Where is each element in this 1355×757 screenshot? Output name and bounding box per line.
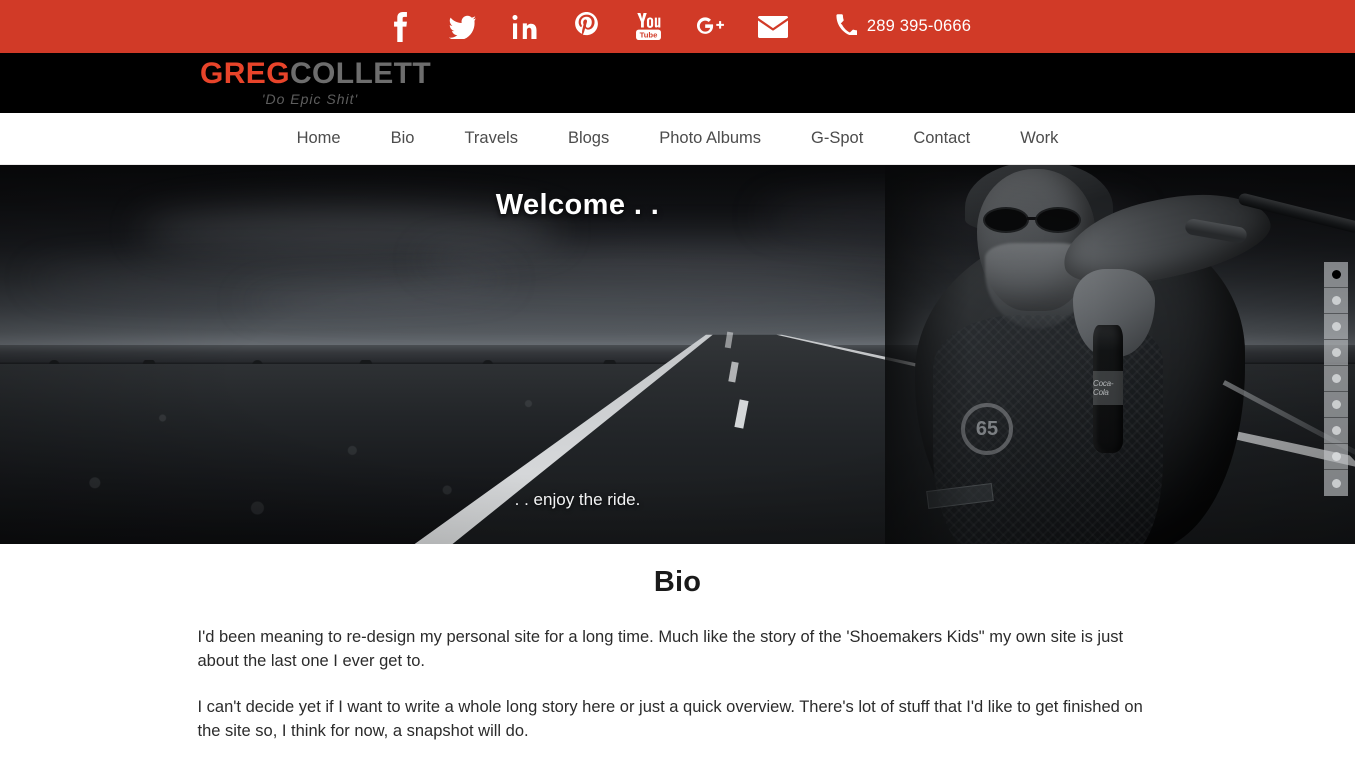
nav-item-home[interactable]: Home [272,129,366,148]
nav-item-bio[interactable]: Bio [366,129,440,148]
site-logo[interactable]: GREGCOLLETT 'Do Epic Shit' [200,53,431,107]
page-title: Bio [653,566,702,598]
slider-dot-icon [1331,296,1341,305]
bio-paragraph-1: I'd been meaning to re-design my persona… [197,628,1124,670]
nav-item-blogs[interactable]: Blogs [543,129,634,148]
slider-nav-dot-2[interactable] [1324,288,1348,314]
slider-nav-dot-5[interactable] [1324,366,1348,392]
slider-nav-dot-7[interactable] [1324,418,1348,444]
slider-nav-dot-8[interactable] [1324,444,1348,470]
social-bar: Tube 289 395-0666 [0,0,1355,53]
nav-item-work[interactable]: Work [995,129,1083,148]
social-links: Tube 289 395-0666 [384,10,971,44]
slider-nav-dot-3[interactable] [1324,314,1348,340]
slider-dot-icon [1331,348,1341,357]
phone-number: 289 395-0666 [866,17,972,35]
nav-item-g-spot[interactable]: G-Spot [786,129,888,148]
linkedin-icon[interactable] [508,10,542,44]
main-navigation: Home Bio Travels Blogs Photo Albums G-Sp… [0,113,1355,165]
twitter-icon[interactable] [446,10,480,44]
hero-title: Welcome . . [495,189,660,221]
youtube-icon[interactable]: Tube [632,10,666,44]
hero-subtitle: . . enjoy the ride. [514,490,641,509]
phone-link[interactable]: 289 395-0666 [836,13,972,40]
svg-text:Tube: Tube [640,31,658,40]
logo-title: GREGCOLLETT [200,57,431,91]
slider-dot-icon [1331,400,1341,409]
nav-item-contact[interactable]: Contact [888,129,995,148]
nav-item-travels[interactable]: Travels [439,129,542,148]
slider-nav-dot-4[interactable] [1324,340,1348,366]
bio-section: Bio I'd been meaning to re-design my per… [0,544,1355,757]
phone-icon [836,13,859,40]
hero-slider: 65 Coca-Cola Welcome . . . . enjoy the r… [0,165,1355,544]
logo-tagline: 'Do Epic Shit' [261,91,359,107]
googleplus-icon[interactable] [694,10,728,44]
slider-nav-dot-9[interactable] [1324,470,1348,496]
logo-last-name: COLLETT [289,57,432,90]
nav-item-photo-albums[interactable]: Photo Albums [634,129,786,148]
slider-thumbnail-rail [1324,262,1348,496]
facebook-icon[interactable] [384,10,418,44]
pinterest-icon[interactable] [570,10,604,44]
slider-dot-icon [1331,322,1341,331]
email-icon[interactable] [756,10,790,44]
slider-dot-icon [1331,452,1341,461]
slider-dot-icon [1331,374,1341,383]
logo-header: GREGCOLLETT 'Do Epic Shit' [0,53,1355,113]
logo-first-name: GREG [200,57,290,90]
bio-body: I'd been meaning to re-design my persona… [197,625,1159,757]
slider-nav-dot-1[interactable] [1324,262,1348,288]
slider-dot-icon [1331,270,1341,279]
slider-dot-icon [1331,426,1341,435]
bio-paragraph-2: I can't decide yet if I want to write a … [197,698,1143,740]
slider-dot-icon [1331,478,1341,488]
slider-nav-dot-6[interactable] [1324,392,1348,418]
